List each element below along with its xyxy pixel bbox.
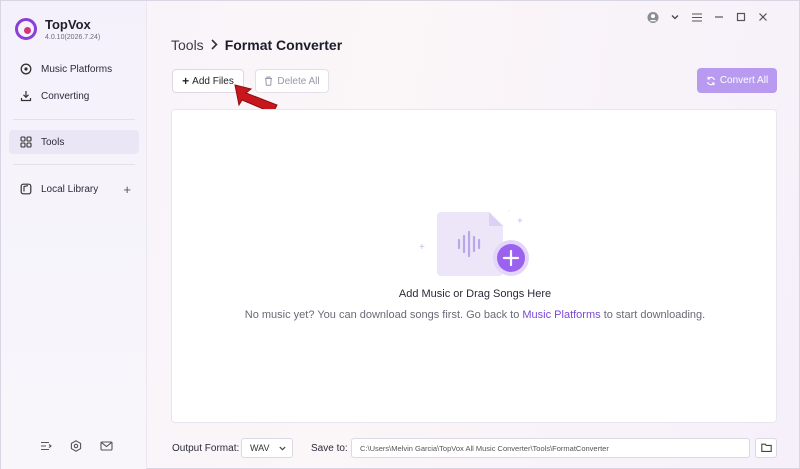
drop-zone-title: Add Music or Drag Songs Here: [398, 288, 552, 300]
window-controls: [647, 10, 769, 24]
sidebar-item-label: Local Library: [41, 183, 99, 195]
sidebar-divider: [13, 164, 135, 165]
sidebar-item-label: Converting: [41, 90, 90, 102]
sidebar-item-local-library[interactable]: Local Library +: [9, 177, 139, 201]
menu-icon[interactable]: [691, 10, 703, 24]
user-avatar-icon[interactable]: [647, 10, 659, 24]
delete-all-label: Delete All: [277, 75, 320, 87]
sidebar-item-converting[interactable]: Converting: [9, 84, 139, 108]
drop-zone[interactable]: + + + Add Music or Drag Songs Here No mu…: [171, 109, 777, 423]
chevron-down-icon: [279, 446, 286, 451]
nav-top: Music Platforms Converting: [9, 57, 139, 108]
output-format-value: WAV: [250, 443, 270, 453]
svg-text:+: +: [507, 210, 511, 214]
sidebar-item-label: Music Platforms: [41, 63, 113, 75]
maximize-icon[interactable]: [735, 10, 747, 24]
breadcrumb-tools[interactable]: Tools: [171, 37, 204, 53]
close-icon[interactable]: [757, 10, 769, 24]
minimize-icon[interactable]: [713, 10, 725, 24]
drop-zone-hint-text: No music yet? You can download songs fir…: [244, 309, 520, 321]
breadcrumb: Tools Format Converter: [171, 37, 342, 53]
sidebar-item-label: Tools: [41, 136, 65, 148]
folder-icon: [760, 439, 772, 457]
nav-bottom: Local Library +: [9, 177, 139, 201]
app-logo: TopVox 4.0.10(2026.7.24): [15, 17, 100, 41]
download-icon: [19, 89, 33, 103]
add-files-label: Add Files: [192, 75, 234, 87]
svg-text:+: +: [517, 216, 523, 227]
sidebar-item-music-platforms[interactable]: Music Platforms: [9, 57, 139, 81]
app-name: TopVox: [45, 17, 91, 32]
music-platforms-icon: [19, 62, 33, 76]
sidebar-bottom-icons: [39, 439, 113, 453]
logo-icon: [15, 18, 37, 40]
page-title: Format Converter: [224, 37, 343, 53]
add-library-icon[interactable]: +: [123, 182, 131, 197]
app-window: TopVox 4.0.10(2026.7.24) Music Platforms…: [0, 0, 800, 469]
refresh-icon: [706, 76, 716, 86]
chevron-right-icon: [211, 38, 218, 53]
nav-middle: Tools: [9, 130, 139, 154]
add-music-illustration-icon: + + +: [419, 210, 529, 276]
library-icon: [19, 182, 33, 196]
convert-all-label: Convert All: [719, 75, 769, 86]
sidebar: TopVox 4.0.10(2026.7.24) Music Platforms…: [1, 1, 147, 469]
convert-all-button[interactable]: Convert All: [697, 68, 777, 93]
sidebar-divider: [13, 119, 135, 120]
drop-zone-hint-suffix: to start downloading.: [603, 309, 706, 321]
sidebar-item-tools[interactable]: Tools: [9, 130, 139, 154]
settings-hex-icon[interactable]: [69, 439, 83, 453]
list-icon[interactable]: [39, 439, 53, 453]
chevron-down-icon[interactable]: [669, 10, 681, 24]
plus-icon: +: [182, 74, 190, 88]
save-path-field[interactable]: C:\Users\Melvin Garcia\TopVox All Music …: [351, 438, 750, 458]
app-version: 4.0.10(2026.7.24): [45, 34, 101, 41]
grid-icon: [19, 135, 33, 149]
svg-text:+: +: [419, 242, 425, 253]
output-format-select[interactable]: WAV: [241, 438, 293, 458]
browse-folder-button[interactable]: [755, 438, 777, 458]
drop-zone-hint: No music yet? You can download songs fir…: [172, 309, 778, 321]
save-to-label: Save to:: [311, 443, 348, 454]
mail-icon[interactable]: [99, 439, 113, 453]
music-platforms-link[interactable]: Music Platforms: [522, 309, 600, 321]
output-format-label: Output Format:: [172, 443, 240, 454]
